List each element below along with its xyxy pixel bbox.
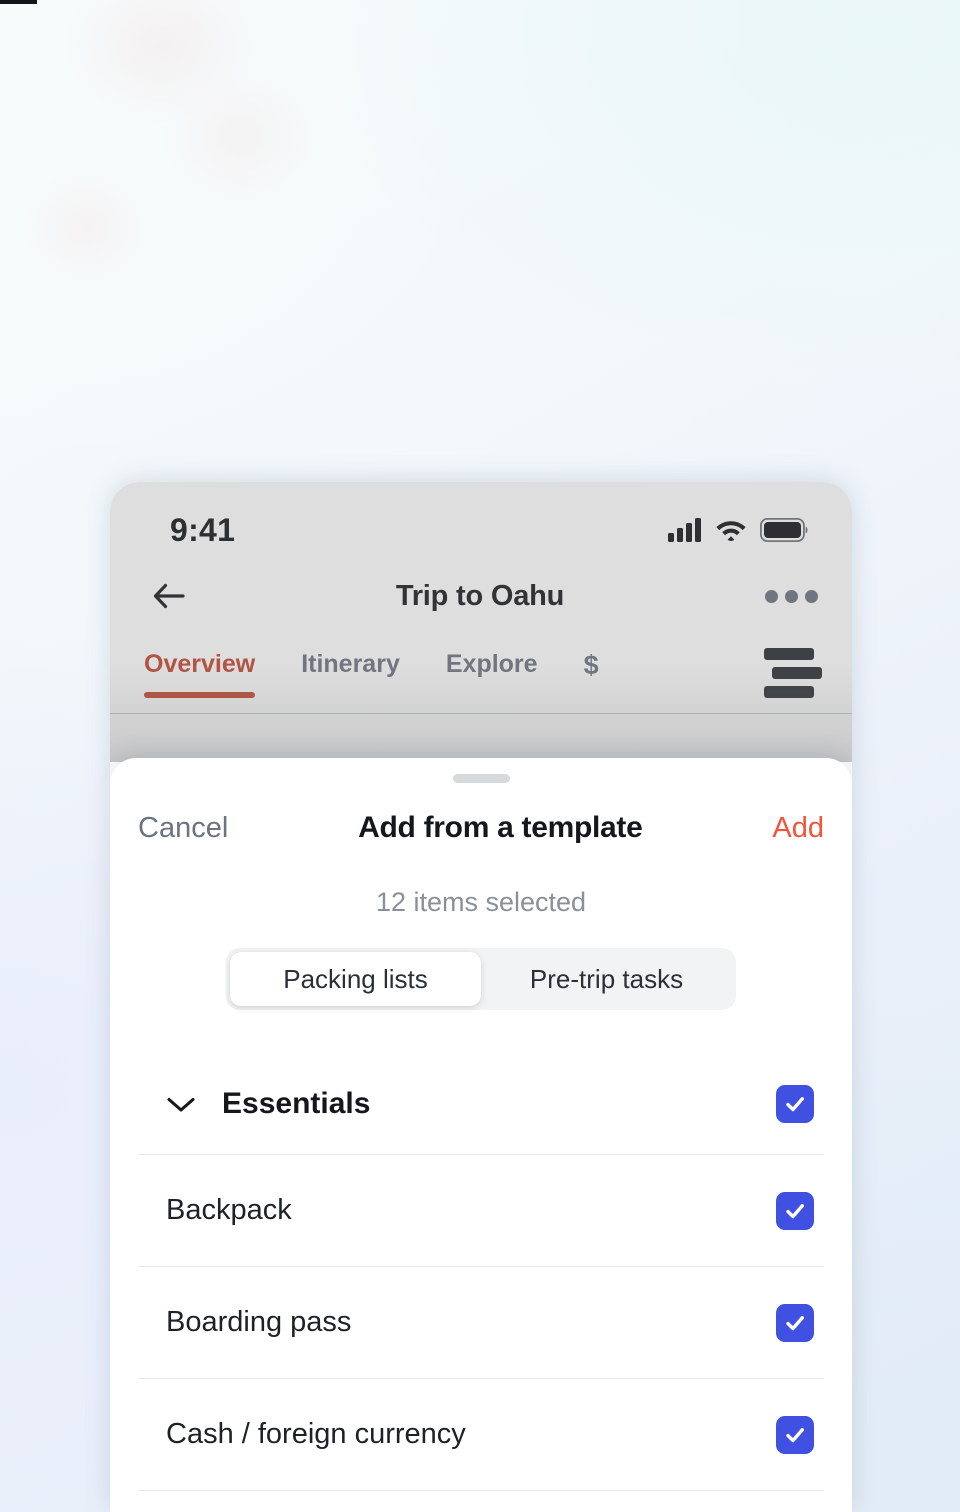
cellular-signal-icon (668, 518, 701, 542)
more-horizontal-icon (784, 589, 798, 603)
list-group-row[interactable]: Essentials (138, 1054, 824, 1154)
item-checkbox[interactable] (776, 1303, 814, 1342)
sheet-header: Cancel Add from a template Add (110, 783, 852, 845)
check-icon (786, 1203, 804, 1218)
group-row-label: Essentials (222, 1087, 371, 1120)
item-checkbox[interactable] (776, 1415, 814, 1454)
add-from-template-sheet: Cancel Add from a template Add 12 items … (110, 758, 852, 1512)
app-screen: 9:41 Trip to Oahu Overview Itinerary Exp… (110, 482, 852, 762)
table-row[interactable]: Boarding pass (138, 1266, 824, 1378)
page-title: Trip to Oahu (395, 579, 565, 612)
table-row[interactable]: Backpack (138, 1154, 824, 1266)
phone-device-frame: 9:41 Trip to Oahu Overview Itinerary Exp… (110, 482, 852, 1512)
sheet-grabber-handle[interactable] (452, 774, 510, 783)
check-icon (786, 1097, 804, 1112)
wifi-icon (716, 521, 746, 541)
status-bar-icons (668, 518, 808, 542)
row-left: Boarding pass (166, 1306, 351, 1339)
tab-itinerary[interactable]: Itinerary (301, 644, 400, 697)
check-icon (786, 1427, 804, 1442)
template-item-list: Essentials Backpack Boarding pass Cash /… (110, 1054, 852, 1512)
status-bar-clock: 9:41 (170, 511, 236, 548)
list-item-label: Backpack (166, 1194, 292, 1226)
table-row-partial[interactable] (138, 1490, 824, 1498)
check-icon (786, 1315, 804, 1330)
row-left: Backpack (166, 1194, 292, 1227)
back-button[interactable] (140, 582, 198, 610)
status-bar: 9:41 (110, 482, 852, 560)
top-left-marker-bar (0, 0, 37, 4)
add-button[interactable]: Add (772, 812, 824, 845)
more-options-button[interactable] (762, 589, 820, 603)
navigation-bar: Trip to Oahu (110, 560, 852, 632)
more-horizontal-icon (804, 589, 818, 603)
segment-pre-trip-tasks[interactable]: Pre-trip tasks (481, 952, 732, 1006)
segment-packing-lists[interactable]: Packing lists (230, 952, 481, 1006)
hamburger-menu-icon[interactable] (764, 648, 822, 698)
selected-count-label: 12 items selected (375, 887, 587, 917)
tab-overview[interactable]: Overview (144, 644, 256, 698)
segmented-control: Packing lists Pre-trip tasks (226, 948, 736, 1010)
tab-budget[interactable]: $ (584, 644, 599, 699)
row-left: Cash / foreign currency (166, 1418, 466, 1451)
group-checkbox[interactable] (776, 1085, 814, 1123)
more-horizontal-icon (764, 589, 778, 603)
back-arrow-icon (153, 583, 185, 609)
table-row[interactable]: Cash / foreign currency (138, 1378, 824, 1490)
sheet-title: Add from a template (358, 811, 643, 844)
list-item-label: Cash / foreign currency (166, 1418, 466, 1450)
list-item-label: Boarding pass (166, 1306, 352, 1338)
chevron-down-icon[interactable] (166, 1094, 196, 1114)
tab-explore[interactable]: Explore (446, 644, 538, 697)
battery-icon (760, 518, 808, 542)
item-checkbox[interactable] (776, 1191, 814, 1230)
cancel-button[interactable]: Cancel (138, 812, 228, 845)
tab-bar: Overview Itinerary Explore $ (110, 632, 852, 714)
group-row-left: Essentials (166, 1087, 370, 1121)
